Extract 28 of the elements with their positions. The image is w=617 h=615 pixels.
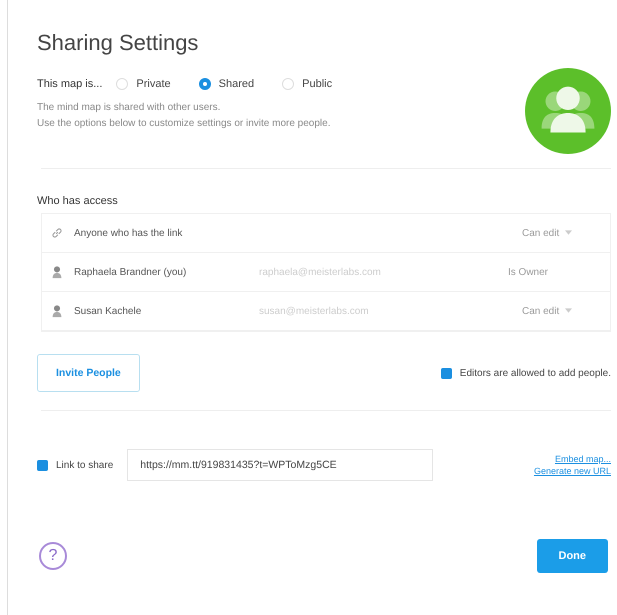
visibility-radio[interactable]: Private <box>116 78 171 90</box>
link-share-checkbox[interactable]: Link to share <box>37 460 114 470</box>
description-text: The mind map is shared with other users. <box>37 102 222 113</box>
member-name: Anyone who has the link <box>74 228 184 238</box>
visibility-radio[interactable]: Shared <box>198 78 254 90</box>
section-heading: Who has access <box>37 195 119 207</box>
member-name: Susan Kachele <box>74 306 142 316</box>
link[interactable]: Generate new URL <box>534 466 611 476</box>
link-icon <box>50 226 64 240</box>
member-name: Raphaela Brandner (you) <box>74 266 188 278</box>
person-icon <box>50 304 64 318</box>
shared-users-icon <box>525 68 611 154</box>
url-field[interactable]: https://mm.tt/919831435?t=WPToMzg5CE <box>127 449 434 481</box>
visibility-radio[interactable]: Public <box>282 78 332 90</box>
caret-icon <box>565 230 572 236</box>
link[interactable]: Embed map... <box>554 454 611 464</box>
visibility-label: This map is... <box>37 78 102 90</box>
caret-icon <box>565 308 572 314</box>
permission-dropdown[interactable]: Can edit <box>522 228 602 238</box>
description-text: Use the options below to customize settings or invite more people. <box>37 118 332 129</box>
done-button[interactable]: Done <box>536 539 608 573</box>
person-icon <box>50 265 64 279</box>
invite-button[interactable]: Invite People <box>37 354 140 392</box>
editors-checkbox[interactable]: Editors are allowed to add people. <box>440 368 611 378</box>
dialog-title: Sharing Settings <box>37 30 200 56</box>
help-button[interactable]: ? <box>39 542 67 570</box>
permission-dropdown[interactable]: Can edit <box>522 306 602 316</box>
permission-text: Is Owner <box>508 266 550 278</box>
